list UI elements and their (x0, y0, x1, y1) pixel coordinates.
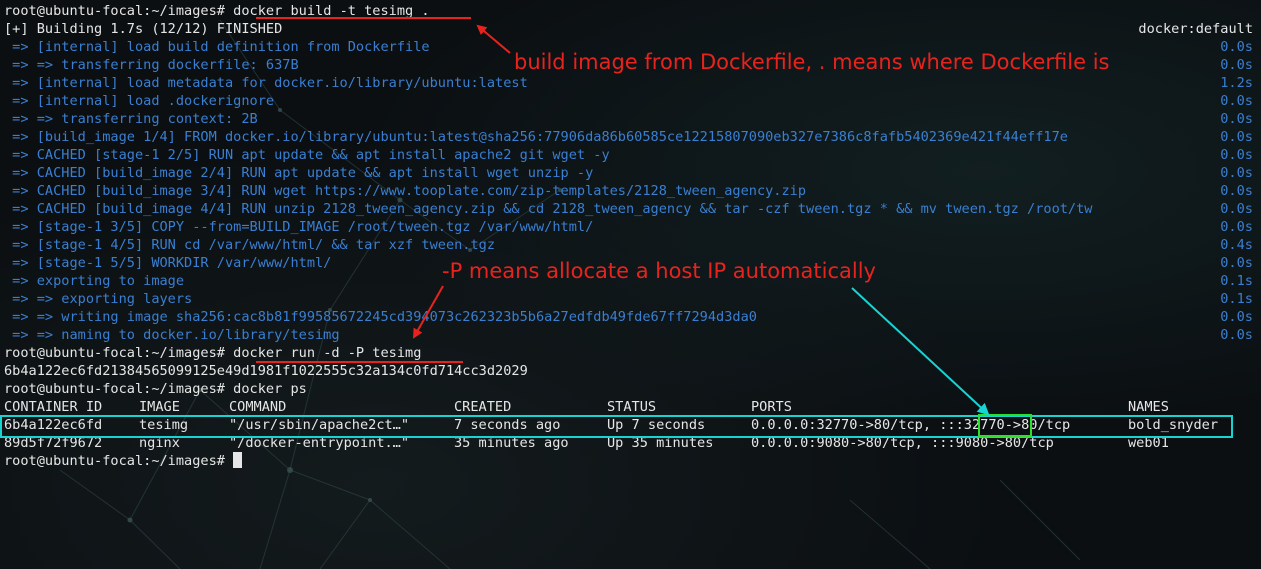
shell-prompt: root@ubuntu-focal:~/images# (4, 345, 225, 361)
build-step-time: 0.0s (1220, 255, 1253, 271)
terminal-window[interactable]: root@ubuntu-focal:~/images# docker build… (0, 0, 1261, 569)
build-step: => [internal] load .dockerignore (4, 93, 275, 109)
container-id-output: 6b4a122ec6fd21384565099125e49d1981f10225… (4, 363, 528, 379)
build-step: => CACHED [build_image 2/4] RUN apt upda… (4, 165, 594, 181)
build-annotation: build image from Dockerfile, . means whe… (514, 50, 1110, 74)
build-step-time: 0.0s (1220, 219, 1253, 235)
build-step: => [stage-1 4/5] RUN cd /var/www/html/ &… (4, 237, 496, 253)
build-step-time: 0.0s (1220, 147, 1253, 163)
build-step: => [build_image 1/4] FROM docker.io/libr… (4, 129, 1068, 145)
column-header-created: CREATED (454, 399, 512, 415)
column-header-status: STATUS (607, 399, 657, 415)
build-step-time: 0.0s (1220, 93, 1253, 109)
column-header-image: IMAGE (139, 399, 180, 415)
run-command: docker run -d -P tesimg (233, 345, 422, 361)
build-step: => CACHED [build_image 4/4] RUN unzip 21… (4, 201, 1093, 217)
build-step: => => naming to docker.io/library/tesimg (4, 327, 340, 343)
column-header-container-id: CONTAINER ID (4, 399, 103, 415)
build-command-underline (256, 17, 471, 19)
build-step-time: 0.0s (1220, 327, 1253, 343)
shell-prompt: root@ubuntu-focal:~/images# (4, 3, 225, 19)
build-step-time: 0.0s (1220, 111, 1253, 127)
build-step: => [internal] load build definition from… (4, 39, 430, 55)
build-step: => => transferring context: 2B (4, 111, 258, 127)
build-step-time: 0.0s (1220, 309, 1253, 325)
ps-command: docker ps (233, 381, 307, 397)
container-row-highlight (0, 415, 1233, 438)
build-step: => => writing image sha256:cac8b81f99585… (4, 309, 757, 325)
build-step: => CACHED [build_image 3/4] RUN wget htt… (4, 183, 807, 199)
build-step: => [stage-1 3/5] COPY --from=BUILD_IMAGE… (4, 219, 594, 235)
build-step: => => transferring dockerfile: 637B (4, 57, 299, 73)
builder-name: docker:default (1138, 21, 1253, 37)
text-cursor (233, 452, 243, 468)
shell-prompt: root@ubuntu-focal:~/images# (4, 381, 225, 397)
run-command-line: root@ubuntu-focal:~/images# docker run -… (4, 344, 421, 362)
column-header-command: COMMAND (229, 399, 287, 415)
build-step-time: 0.1s (1220, 273, 1253, 289)
build-status-line: [+] Building 1.7s (12/12) FINISHED (4, 21, 283, 37)
build-step: => => exporting layers (4, 291, 193, 307)
run-annotation: -P means allocate a host IP automaticall… (442, 259, 876, 283)
build-step: => [internal] load metadata for docker.i… (4, 75, 528, 91)
build-step-time: 0.1s (1220, 291, 1253, 307)
build-step-time: 0.0s (1220, 57, 1253, 73)
build-step-time: 0.0s (1220, 201, 1253, 217)
build-step: => [stage-1 5/5] WORKDIR /var/www/html/ (4, 255, 332, 271)
build-step: => exporting to image (4, 273, 185, 289)
ps-command-line: root@ubuntu-focal:~/images# docker ps (4, 380, 307, 398)
column-header-ports: PORTS (751, 399, 792, 415)
build-step-time: 0.0s (1220, 183, 1253, 199)
run-command-underline (256, 361, 463, 363)
build-step-time: 0.0s (1220, 39, 1253, 55)
build-step-time: 0.0s (1220, 129, 1253, 145)
build-step-time: 0.0s (1220, 165, 1253, 181)
build-step-time: 1.2s (1220, 75, 1253, 91)
build-annotation-arrow (476, 24, 511, 54)
column-header-names: NAMES (1128, 399, 1169, 415)
shell-prompt: root@ubuntu-focal:~/images# (4, 453, 225, 469)
build-step: => CACHED [stage-1 2/5] RUN apt update &… (4, 147, 610, 163)
input-line[interactable]: root@ubuntu-focal:~/images# (4, 452, 243, 470)
port-annotation-arrow (851, 287, 990, 416)
host-port-highlight (978, 414, 1032, 437)
build-step-time: 0.4s (1220, 237, 1253, 253)
